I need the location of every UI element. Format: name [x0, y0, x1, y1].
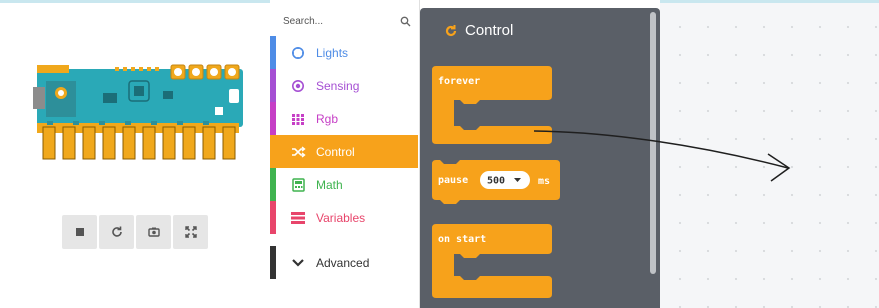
fullscreen-icon: [184, 226, 197, 238]
search-icon[interactable]: [400, 16, 411, 27]
category-label: Math: [316, 177, 343, 192]
screenshot-button[interactable]: [136, 215, 171, 249]
category-control[interactable]: Control: [270, 135, 418, 168]
camera-icon: [147, 227, 160, 237]
pause-block[interactable]: pause 500 ms: [432, 160, 560, 204]
toolbox: Lights Sensing Rgb Control Math Variable…: [270, 0, 420, 308]
category-label: Advanced: [316, 255, 370, 270]
simulator-toolbar: [62, 215, 208, 249]
category-math[interactable]: Math: [270, 168, 418, 201]
board-simulator[interactable]: [33, 63, 245, 163]
category-label: Control: [316, 144, 355, 159]
pause-unit-label: ms: [538, 176, 550, 187]
lights-icon: [290, 45, 306, 61]
shuffle-icon: [290, 144, 306, 160]
restart-icon: [111, 226, 122, 237]
fullscreen-button[interactable]: [173, 215, 208, 249]
category-label: Variables: [316, 210, 366, 225]
category-rgb[interactable]: Rgb: [270, 102, 418, 135]
search-input[interactable]: [283, 15, 383, 27]
simulator-pane: [0, 0, 270, 308]
pause-block-label: pause: [438, 175, 468, 186]
restart-button[interactable]: [99, 215, 134, 249]
calculator-icon: [290, 177, 306, 193]
stop-icon: [75, 228, 84, 236]
stop-button[interactable]: [62, 215, 97, 249]
on-start-block[interactable]: on start: [432, 224, 552, 298]
list-icon: [290, 210, 306, 226]
code-workspace[interactable]: [660, 0, 879, 308]
category-sensing[interactable]: Sensing: [270, 69, 418, 102]
sensing-icon: [290, 78, 306, 94]
toolbox-search: [280, 10, 415, 32]
pause-duration-value: 500: [487, 176, 505, 187]
forever-block[interactable]: forever: [432, 66, 552, 144]
on-start-block-label: on start: [438, 234, 486, 245]
category-label: Rgb: [316, 111, 339, 126]
chevron-down-icon: [290, 255, 306, 271]
block-flyout: Control forever pause 500 ms on start: [420, 8, 660, 308]
category-label: Lights: [316, 45, 349, 60]
flyout-scrollbar[interactable]: [650, 12, 656, 274]
forever-block-label: forever: [438, 76, 480, 87]
category-lights[interactable]: Lights: [270, 36, 418, 69]
grid-icon: [290, 111, 306, 127]
category-advanced[interactable]: Advanced: [270, 246, 418, 279]
category-label: Sensing: [316, 78, 360, 93]
category-variables[interactable]: Variables: [270, 201, 418, 234]
